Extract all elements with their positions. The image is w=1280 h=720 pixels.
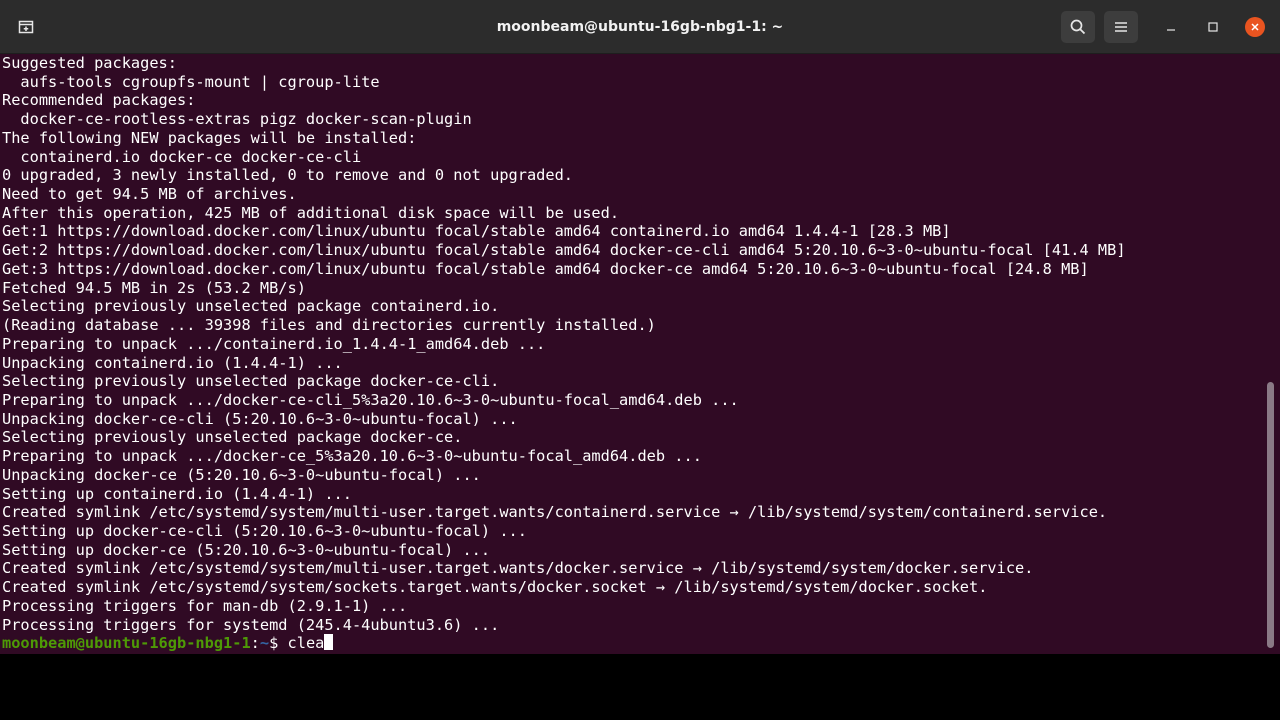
terminal-line: Unpacking docker-ce (5:20.10.6~3-0~ubunt… bbox=[2, 465, 481, 484]
terminal-line: Processing triggers for man-db (2.9.1-1)… bbox=[2, 596, 408, 615]
terminal-line: Need to get 94.5 MB of archives. bbox=[2, 185, 297, 204]
titlebar[interactable]: moonbeam@ubuntu-16gb-nbg1-1: ~ bbox=[0, 0, 1280, 54]
terminal-line: aufs-tools cgroupfs-mount | cgroup-lite bbox=[2, 72, 380, 91]
hamburger-menu-icon bbox=[1115, 22, 1127, 32]
text-cursor bbox=[324, 634, 334, 651]
search-button[interactable] bbox=[1061, 11, 1095, 43]
new-tab-icon bbox=[18, 20, 34, 34]
search-icon bbox=[1070, 19, 1086, 35]
terminal-line: Get:1 https://download.docker.com/linux/… bbox=[2, 222, 951, 241]
terminal-line: Setting up docker-ce (5:20.10.6~3-0~ubun… bbox=[2, 540, 491, 559]
scrollbar-thumb[interactable] bbox=[1267, 382, 1274, 648]
terminal-line: 0 upgraded, 3 newly installed, 0 to remo… bbox=[2, 166, 573, 185]
terminal-line: After this operation, 425 MB of addition… bbox=[2, 203, 620, 222]
maximize-icon bbox=[1208, 22, 1218, 32]
menu-button[interactable] bbox=[1104, 11, 1138, 43]
terminal-line: Setting up containerd.io (1.4.4-1) ... bbox=[2, 484, 352, 503]
terminal-line: Setting up docker-ce-cli (5:20.10.6~3-0~… bbox=[2, 521, 527, 540]
terminal-line: containerd.io docker-ce docker-ce-cli bbox=[2, 147, 362, 166]
terminal-line: (Reading database ... 39398 files and di… bbox=[2, 316, 656, 335]
minimize-icon bbox=[1167, 29, 1175, 31]
close-icon bbox=[1251, 23, 1259, 31]
terminal-output[interactable]: Suggested packages: aufs-tools cgroupfs-… bbox=[2, 54, 1264, 654]
terminal-line: Get:3 https://download.docker.com/linux/… bbox=[2, 259, 1089, 278]
terminal-line: The following NEW packages will be insta… bbox=[2, 128, 417, 147]
terminal-line: Processing triggers for systemd (245.4-4… bbox=[2, 615, 500, 634]
prompt-line[interactable]: moonbeam@ubuntu-16gb-nbg1-1:~$ clea bbox=[2, 634, 1264, 653]
prompt-symbol: $ bbox=[269, 634, 288, 653]
minimize-button[interactable] bbox=[1161, 17, 1181, 37]
new-tab-button[interactable] bbox=[9, 11, 43, 43]
maximize-button[interactable] bbox=[1203, 17, 1223, 37]
terminal-line: Unpacking docker-ce-cli (5:20.10.6~3-0~u… bbox=[2, 409, 518, 428]
terminal-line: Preparing to unpack .../containerd.io_1.… bbox=[2, 334, 546, 353]
terminal-line: Selecting previously unselected package … bbox=[2, 297, 500, 316]
terminal-window: moonbeam@ubuntu-16gb-nbg1-1: ~ Suggested… bbox=[0, 0, 1280, 654]
terminal-line: Created symlink /etc/systemd/system/mult… bbox=[2, 559, 1034, 578]
terminal-line: Suggested packages: bbox=[2, 54, 177, 72]
terminal-line: Selecting previously unselected package … bbox=[2, 372, 500, 391]
prompt-user-host: moonbeam@ubuntu-16gb-nbg1-1 bbox=[2, 634, 251, 653]
terminal-line: Unpacking containerd.io (1.4.4-1) ... bbox=[2, 353, 343, 372]
terminal-line: Created symlink /etc/systemd/system/sock… bbox=[2, 578, 988, 597]
command-input[interactable]: clea bbox=[288, 634, 325, 652]
terminal-line: Created symlink /etc/systemd/system/mult… bbox=[2, 503, 1108, 522]
close-button[interactable] bbox=[1245, 17, 1265, 37]
terminal-line: docker-ce-rootless-extras pigz docker-sc… bbox=[2, 110, 472, 129]
terminal-line: Fetched 94.5 MB in 2s (53.2 MB/s) bbox=[2, 278, 306, 297]
terminal-line: Get:2 https://download.docker.com/linux/… bbox=[2, 241, 1126, 260]
terminal-line: Recommended packages: bbox=[2, 91, 196, 110]
terminal-line: Selecting previously unselected package … bbox=[2, 428, 463, 447]
terminal-line: Preparing to unpack .../docker-ce_5%3a20… bbox=[2, 447, 702, 466]
prompt-path: ~ bbox=[259, 634, 270, 653]
terminal-line: Preparing to unpack .../docker-ce-cli_5%… bbox=[2, 390, 739, 409]
prompt-separator: : bbox=[250, 634, 260, 653]
